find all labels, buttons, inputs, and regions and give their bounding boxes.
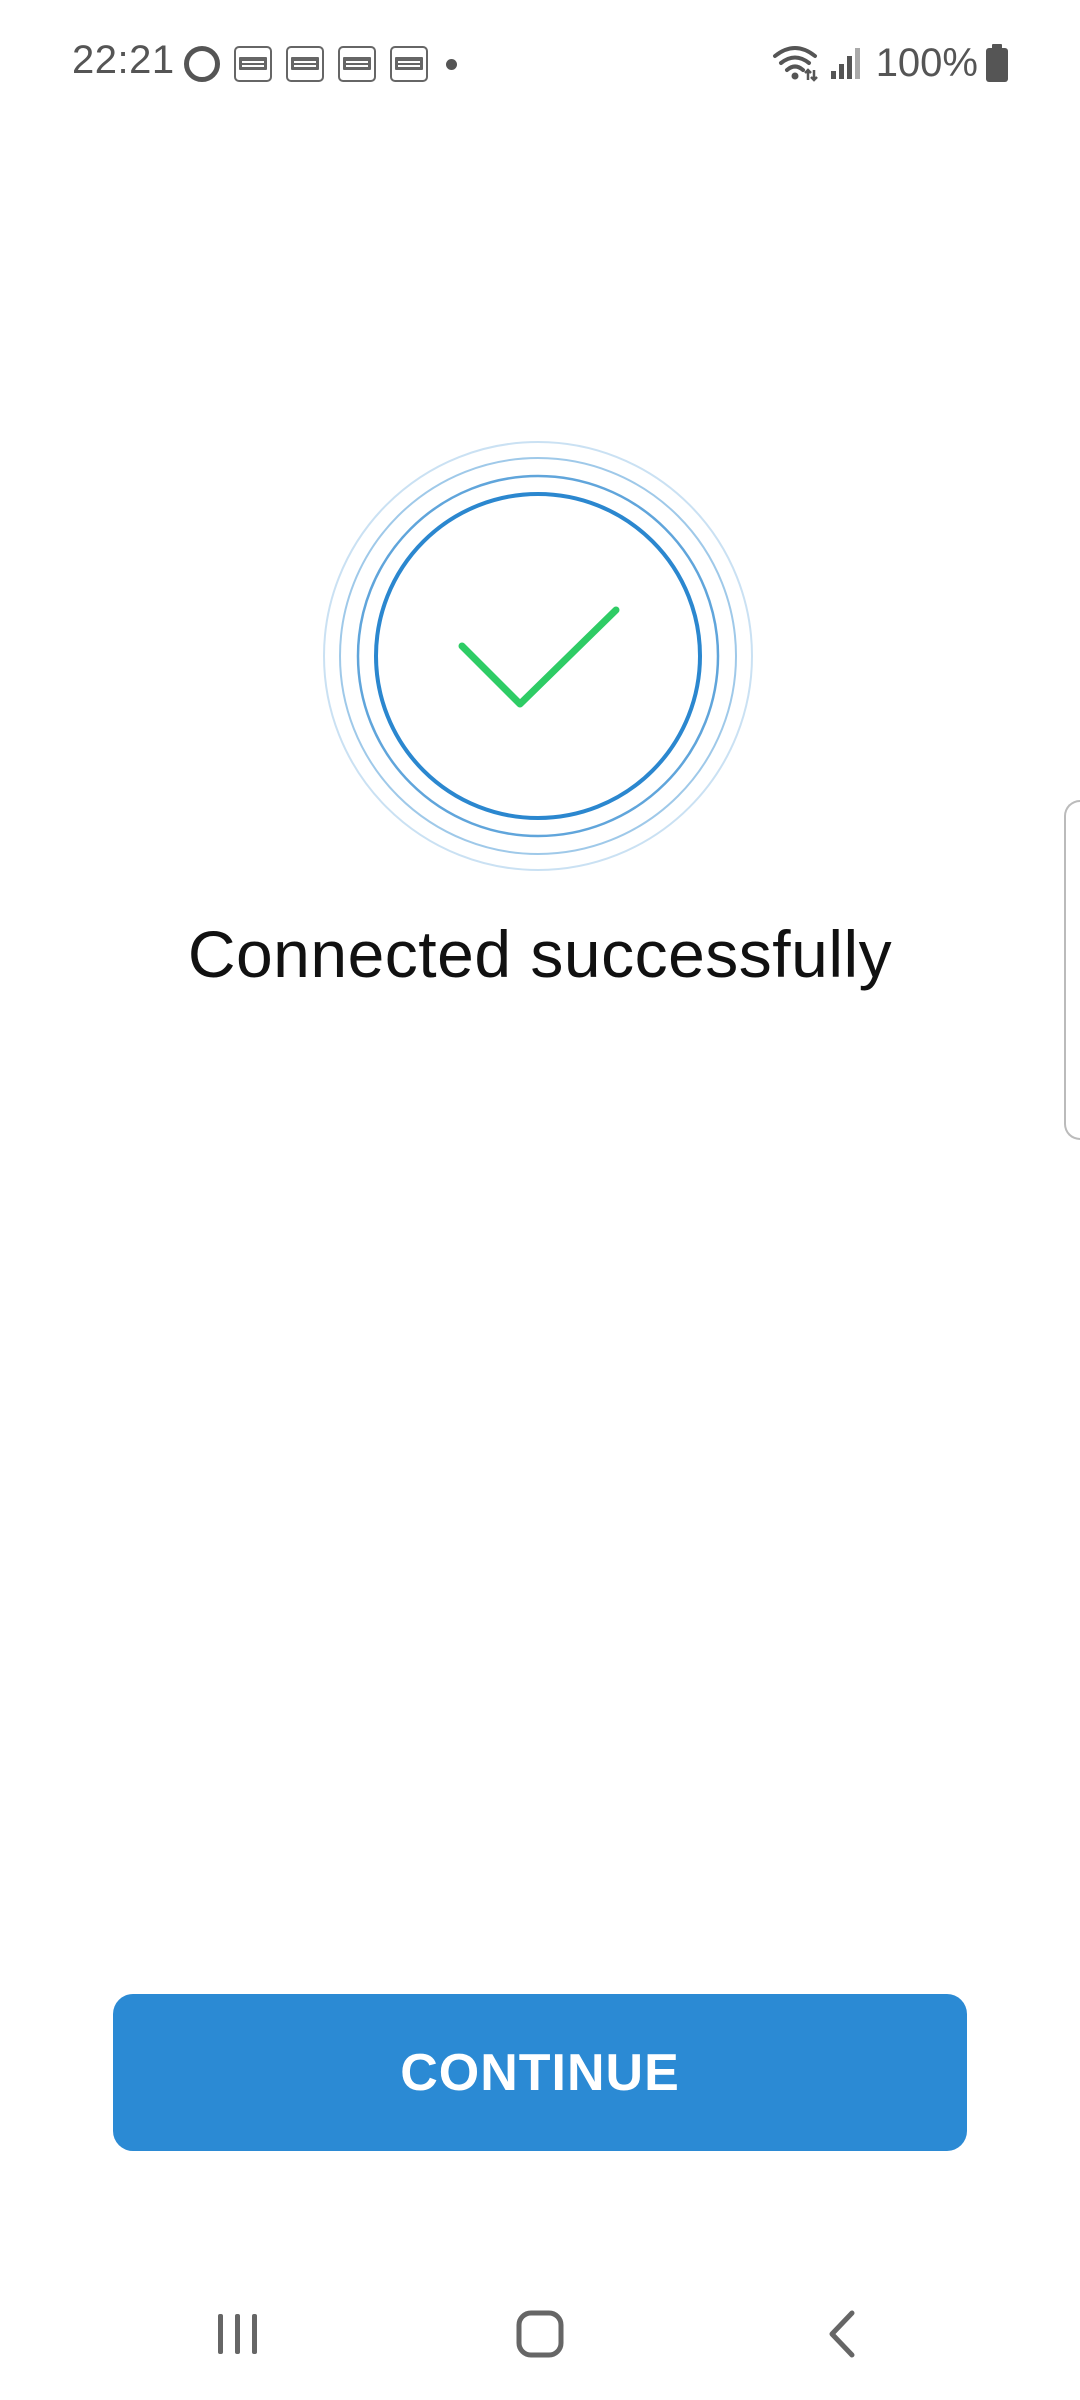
home-icon — [516, 2310, 564, 2358]
news-app-icon — [286, 46, 324, 82]
news-app-icon — [390, 46, 428, 82]
status-bar: 22:21 100% — [0, 0, 1080, 128]
signal-icon — [830, 48, 860, 79]
news-app-icon — [338, 46, 376, 82]
dot-icon — [446, 58, 457, 70]
continue-button[interactable]: CONTINUE — [113, 1994, 967, 2151]
notification-icons — [184, 44, 457, 84]
system-icons: 100% — [772, 38, 1008, 88]
battery-percent: 100% — [875, 40, 978, 85]
navigation-bar — [0, 2268, 1080, 2400]
recents-button[interactable] — [158, 2268, 318, 2400]
success-graphic — [322, 440, 754, 872]
back-button[interactable] — [762, 2268, 922, 2400]
news-app-icon — [234, 46, 272, 82]
battery-icon — [986, 44, 1008, 82]
circle-icon — [184, 46, 220, 82]
success-rings — [323, 441, 753, 871]
checkmark-icon — [458, 606, 620, 708]
recents-icon — [218, 2314, 257, 2354]
back-icon — [829, 2310, 855, 2358]
edge-panel-handle[interactable] — [1064, 800, 1080, 1140]
status-time: 22:21 — [72, 38, 175, 82]
home-button[interactable] — [460, 2268, 620, 2400]
wifi-icon — [772, 46, 818, 82]
success-title: Connected successfully — [187, 917, 893, 991]
